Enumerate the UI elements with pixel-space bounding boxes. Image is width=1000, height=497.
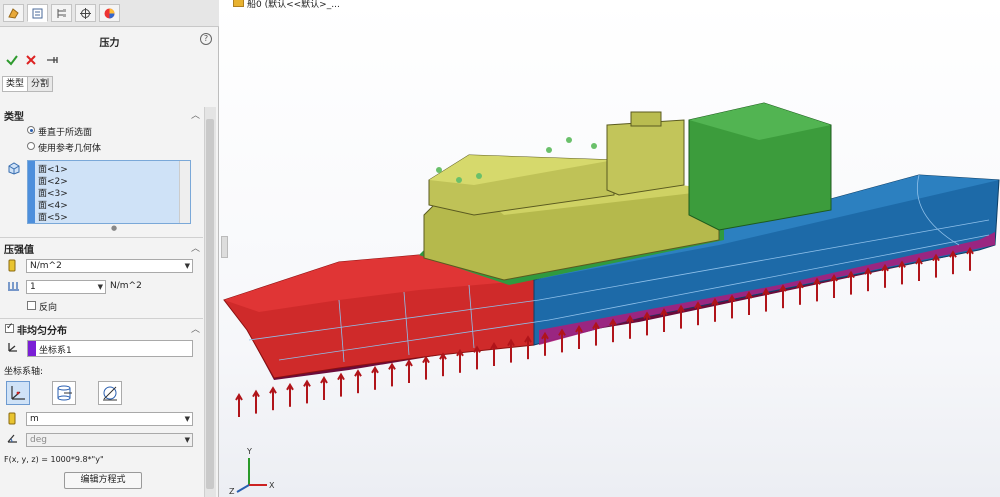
chevron-down-icon: ▼: [184, 415, 190, 423]
configuration-manager-icon: [57, 8, 66, 18]
axis-triad: Y X Z: [229, 447, 275, 496]
reverse-label: 反向: [39, 303, 58, 313]
unit-dropdown-value: N/m^2: [30, 261, 62, 271]
ship-model[interactable]: Y X Z: [219, 0, 1000, 497]
property-manager-panel: 压力 ? 类型 分割 类型 ︿ 垂直于所选面 使用参考几何体 面<1> 面<2>…: [0, 0, 219, 497]
reverse-checkbox[interactable]: [27, 301, 36, 310]
collapse-type-icon[interactable]: ︿: [191, 108, 200, 121]
property-manager-tab[interactable]: [27, 4, 48, 22]
pressure-unit-label: N/m^2: [110, 281, 142, 291]
axes-label: 坐标系轴:: [4, 367, 44, 377]
radio-normal-to-face-label: 垂直于所选面: [38, 128, 93, 138]
feature-manager-icon: [8, 7, 19, 19]
cartesian-coords-button[interactable]: [6, 381, 30, 405]
manager-tab-bar: [0, 0, 219, 27]
resize-grip[interactable]: ●: [111, 224, 117, 232]
svg-text:Y: Y: [246, 447, 252, 456]
radio-use-reference[interactable]: [27, 142, 35, 150]
selection-color-bar: [28, 341, 36, 356]
panel-scrollbar[interactable]: [204, 107, 216, 497]
coordinate-system-field[interactable]: 坐标系1: [27, 340, 193, 357]
equation-text: F(x, y, z) = 1000*9.8*"y": [4, 455, 104, 464]
angle-unit-dropdown[interactable]: deg ▼: [26, 433, 193, 447]
coordinate-system-value: 坐标系1: [39, 346, 72, 356]
coordinate-system-icon: [8, 343, 17, 352]
pressure-value-input[interactable]: 1 ▼: [26, 280, 106, 294]
chevron-down-icon: ▼: [184, 436, 190, 444]
dimxpert-icon: [80, 7, 91, 19]
nonuniform-checkbox[interactable]: [5, 322, 14, 333]
collapse-pressure-icon[interactable]: ︿: [191, 241, 200, 254]
chevron-down-icon: ▼: [97, 283, 103, 291]
angle-unit-value: deg: [30, 435, 47, 445]
face-list-scrollbar[interactable]: [179, 161, 190, 223]
funnel: [630, 111, 662, 127]
radio-use-reference-label: 使用参考几何体: [38, 144, 102, 154]
bridge-block: [606, 119, 685, 196]
list-item[interactable]: 面<5>: [38, 210, 68, 223]
collapse-nonuniform-icon[interactable]: ︿: [191, 322, 200, 335]
face-selection-list[interactable]: 面<1> 面<2> 面<3> 面<4> 面<5>: [27, 160, 191, 224]
property-manager-header: 压力: [0, 26, 219, 52]
display-manager-tab[interactable]: [99, 4, 120, 22]
cartesian-axes-icon: [11, 386, 25, 400]
graphics-viewport[interactable]: 船0 (默认<<默认>_... Y X Z: [219, 0, 1000, 497]
help-icon[interactable]: ?: [200, 33, 212, 45]
face-selection-icon: [8, 162, 20, 175]
tab-type[interactable]: 类型: [2, 76, 29, 92]
pin-icon[interactable]: [45, 53, 59, 67]
nonuniform-section-title: 非均匀分布: [17, 326, 67, 337]
display-manager-icon: [104, 8, 115, 18]
svg-text:Z: Z: [229, 487, 235, 496]
unit-icon: [8, 259, 16, 272]
selection-color-bar: [28, 161, 35, 223]
length-unit-value: m: [30, 414, 39, 424]
cylindrical-coords-button[interactable]: [52, 381, 76, 405]
divider: [0, 237, 203, 238]
edit-equation-button[interactable]: 编辑方程式: [64, 472, 142, 489]
spherical-coords-button[interactable]: [98, 381, 122, 405]
cylindrical-axes-icon: [57, 385, 72, 401]
page-title: 压力: [99, 38, 120, 49]
dimxpert-manager-tab[interactable]: [75, 4, 96, 22]
length-unit-dropdown[interactable]: m ▼: [26, 412, 193, 426]
pressure-value-icon: [8, 282, 19, 291]
feature-manager-tab[interactable]: [3, 4, 24, 22]
length-unit-icon: [8, 412, 16, 425]
configuration-manager-tab[interactable]: [51, 4, 72, 22]
cancel-button[interactable]: [24, 53, 38, 67]
pressure-value: 1: [30, 282, 36, 292]
type-section-title: 类型: [4, 112, 24, 123]
chevron-down-icon: ▼: [184, 262, 190, 270]
scrollbar-thumb[interactable]: [206, 119, 214, 489]
property-manager-icon: [32, 8, 43, 18]
angle-unit-icon: [7, 434, 17, 443]
svg-text:X: X: [269, 481, 275, 490]
radio-normal-to-face[interactable]: [27, 126, 35, 134]
tab-split[interactable]: 分割: [27, 76, 54, 92]
spherical-axes-icon: [103, 386, 117, 401]
unit-dropdown[interactable]: N/m^2 ▼: [26, 259, 193, 273]
pressure-section-title: 压强值: [4, 245, 34, 256]
ok-button[interactable]: [5, 53, 19, 67]
divider: [0, 318, 203, 319]
